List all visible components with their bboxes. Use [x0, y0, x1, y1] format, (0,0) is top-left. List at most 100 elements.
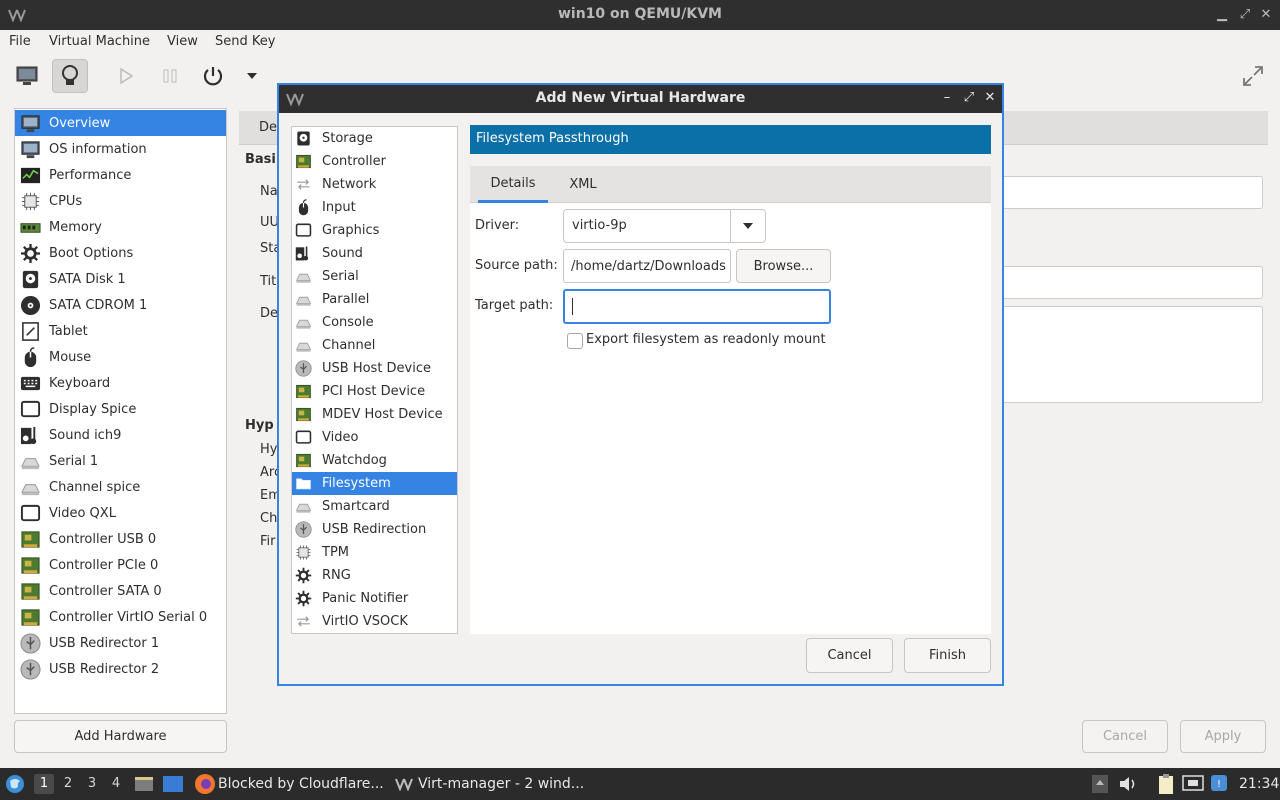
- hardware-type-item[interactable]: USB Redirection: [292, 518, 457, 541]
- tab-details[interactable]: De: [259, 120, 277, 135]
- sidebar-item[interactable]: Sound ich9: [15, 422, 226, 448]
- sidebar-item[interactable]: OS information: [15, 136, 226, 162]
- sidebar-item[interactable]: Display Spice: [15, 396, 226, 422]
- start-menu-icon[interactable]: [5, 774, 25, 794]
- desktop-icon[interactable]: [162, 775, 184, 793]
- hardware-type-item[interactable]: Panic Notifier: [292, 587, 457, 610]
- fullscreen-button[interactable]: [1235, 59, 1271, 93]
- clipboard-icon[interactable]: [1156, 773, 1176, 795]
- sidebar-item[interactable]: SATA CDROM 1: [15, 292, 226, 318]
- hardware-type-item[interactable]: Controller: [292, 150, 457, 173]
- sidebar-item-label: Controller PCIe 0: [49, 557, 159, 573]
- menu-send-key[interactable]: Send Key: [215, 34, 275, 49]
- notification-icon[interactable]: !: [1209, 773, 1229, 793]
- workspace-1[interactable]: 1: [34, 774, 54, 794]
- sidebar-item[interactable]: SATA Disk 1: [15, 266, 226, 292]
- hardware-type-item[interactable]: VirtIO VSOCK: [292, 610, 457, 633]
- sidebar-item[interactable]: Keyboard: [15, 370, 226, 396]
- tray-up-icon[interactable]: [1091, 774, 1109, 794]
- title-field[interactable]: [1000, 266, 1263, 299]
- readonly-label[interactable]: Export filesystem as readonly mount: [586, 332, 826, 347]
- sidebar-item[interactable]: Controller SATA 0: [15, 578, 226, 604]
- dialog-cancel-button[interactable]: Cancel: [806, 638, 893, 673]
- sidebar-item[interactable]: Tablet: [15, 318, 226, 344]
- close-icon[interactable]: ✕: [1258, 7, 1274, 23]
- readonly-checkbox[interactable]: [567, 333, 583, 349]
- browse-button[interactable]: Browse...: [736, 249, 831, 283]
- pause-button[interactable]: [152, 59, 188, 93]
- description-field[interactable]: [1000, 306, 1263, 403]
- show-console-button[interactable]: [9, 59, 45, 93]
- task-firefox[interactable]: Blocked by Cloudflare...: [218, 776, 384, 792]
- task-virt-manager[interactable]: Virt-manager - 2 wind...: [418, 776, 584, 792]
- sidebar-item[interactable]: Serial 1: [15, 448, 226, 474]
- workspace-4[interactable]: 4: [106, 774, 126, 794]
- usb-icon: [19, 632, 41, 654]
- sidebar-item[interactable]: Mouse: [15, 344, 226, 370]
- hardware-type-item[interactable]: Channel: [292, 334, 457, 357]
- hardware-type-item[interactable]: Storage: [292, 127, 457, 150]
- menu-view[interactable]: View: [167, 34, 198, 49]
- hardware-type-item[interactable]: Graphics: [292, 219, 457, 242]
- display-icon: [19, 398, 41, 420]
- sidebar-item[interactable]: Channel spice: [15, 474, 226, 500]
- apply-button[interactable]: Apply: [1180, 720, 1266, 753]
- maximize-icon[interactable]: ⤢: [1237, 7, 1253, 23]
- hardware-type-item[interactable]: TPM: [292, 541, 457, 564]
- hardware-type-item[interactable]: RNG: [292, 564, 457, 587]
- sidebar-item[interactable]: Boot Options: [15, 240, 226, 266]
- tab-xml[interactable]: XML: [550, 166, 616, 203]
- controller-icon: [294, 153, 312, 171]
- source-path-field[interactable]: /home/dartz/Downloads: [563, 249, 731, 283]
- hardware-type-item[interactable]: PCI Host Device: [292, 380, 457, 403]
- sidebar-item[interactable]: Controller VirtIO Serial 0: [15, 604, 226, 630]
- tab-details[interactable]: Details: [478, 166, 548, 203]
- file-manager-icon[interactable]: [134, 775, 154, 793]
- sidebar-item[interactable]: USB Redirector 1: [15, 630, 226, 656]
- workspace-2[interactable]: 2: [58, 774, 78, 794]
- network-tray-icon[interactable]: [1182, 774, 1204, 794]
- cancel-button[interactable]: Cancel: [1082, 720, 1168, 753]
- hardware-type-item[interactable]: Watchdog: [292, 449, 457, 472]
- hardware-sidebar: Overview OS information Performance CPUs Mem…: [14, 108, 227, 714]
- target-path-field[interactable]: [563, 289, 831, 324]
- hardware-type-item[interactable]: MDEV Host Device: [292, 403, 457, 426]
- minimize-icon[interactable]: ▁: [1214, 7, 1230, 23]
- sidebar-item[interactable]: Video QXL: [15, 500, 226, 526]
- finish-button[interactable]: Finish: [904, 638, 991, 673]
- driver-combo[interactable]: virtio-9p: [563, 209, 766, 243]
- run-button[interactable]: [108, 59, 144, 93]
- maximize-icon[interactable]: ⤢: [961, 90, 977, 106]
- volume-icon[interactable]: [1118, 774, 1138, 794]
- hardware-type-item[interactable]: Filesystem: [292, 472, 457, 495]
- sidebar-item[interactable]: Overview: [15, 110, 226, 136]
- name-field[interactable]: [1000, 176, 1263, 209]
- sidebar-item[interactable]: Memory: [15, 214, 226, 240]
- minimize-icon[interactable]: –: [939, 90, 955, 106]
- show-details-button[interactable]: [52, 59, 88, 93]
- hardware-type-item[interactable]: USB Host Device: [292, 357, 457, 380]
- hardware-type-item[interactable]: Sound: [292, 242, 457, 265]
- hardware-type-item[interactable]: Serial: [292, 265, 457, 288]
- sidebar-item[interactable]: Controller PCIe 0: [15, 552, 226, 578]
- hardware-type-item[interactable]: Smartcard: [292, 495, 457, 518]
- menu-virtual-machine[interactable]: Virtual Machine: [49, 34, 150, 49]
- close-icon[interactable]: ✕: [982, 90, 998, 106]
- hardware-type-item[interactable]: Parallel: [292, 288, 457, 311]
- add-hardware-button[interactable]: Add Hardware: [14, 720, 227, 753]
- menu-file[interactable]: File: [9, 34, 31, 49]
- shutdown-button[interactable]: [195, 59, 231, 93]
- network-icon: [294, 613, 312, 631]
- hardware-type-item[interactable]: Video: [292, 426, 457, 449]
- hardware-type-item[interactable]: Input: [292, 196, 457, 219]
- sidebar-item[interactable]: Performance: [15, 162, 226, 188]
- workspace-3[interactable]: 3: [82, 774, 102, 794]
- hardware-type-item[interactable]: Console: [292, 311, 457, 334]
- sidebar-item[interactable]: CPUs: [15, 188, 226, 214]
- sidebar-item[interactable]: Controller USB 0: [15, 526, 226, 552]
- sidebar-item-label: Boot Options: [49, 245, 134, 261]
- shutdown-menu-button[interactable]: [234, 59, 270, 93]
- sidebar-item[interactable]: USB Redirector 2: [15, 656, 226, 682]
- controller-icon: [19, 554, 41, 576]
- hardware-type-item[interactable]: Network: [292, 173, 457, 196]
